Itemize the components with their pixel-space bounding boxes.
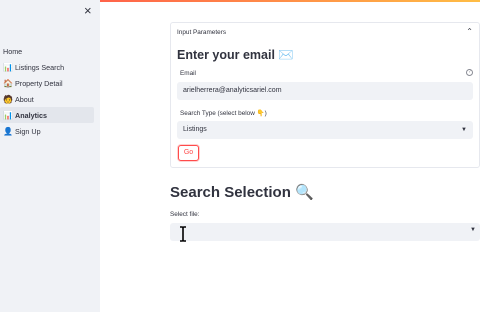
- search-type-value: Listings: [183, 126, 207, 133]
- expander-header[interactable]: Input Parameters: [177, 29, 226, 36]
- file-select[interactable]: ▼: [170, 223, 480, 241]
- search-type-label: Search Type (select below 👇): [180, 110, 267, 117]
- sidebar-item-sign-up[interactable]: 👤 Sign Up: [0, 123, 94, 139]
- sidebar-item-label: Analytics: [15, 110, 47, 120]
- help-icon[interactable]: ?: [466, 69, 473, 76]
- sidebar-item-label: Sign Up: [15, 126, 41, 136]
- bar-chart-icon: 📊: [3, 62, 13, 72]
- main-content: Input Parameters ⌃ Enter your email ✉️ E…: [100, 0, 480, 312]
- chevron-up-icon[interactable]: ⌃: [466, 27, 473, 36]
- select-file-label: Select file:: [170, 211, 200, 218]
- house-person-icon: 🏠: [3, 78, 13, 88]
- sidebar-item-label: Listings Search: [15, 62, 65, 72]
- sidebar-item-analytics[interactable]: 📊 Analytics: [0, 107, 94, 123]
- go-button[interactable]: Go: [178, 145, 199, 161]
- sidebar-item-home[interactable]: Home: [0, 43, 94, 59]
- email-label: Email: [180, 70, 196, 77]
- person-icon: 🧑: [3, 94, 13, 104]
- text-cursor-icon: [180, 226, 186, 242]
- sidebar-item-property-detail[interactable]: 🏠 Property Detail: [0, 75, 94, 91]
- sidebar-item-about[interactable]: 🧑 About: [0, 91, 94, 107]
- search-selection-heading: Search Selection 🔍: [170, 184, 314, 201]
- caret-down-icon: ▼: [461, 127, 467, 133]
- input-parameters-expander: Input Parameters ⌃ Enter your email ✉️ E…: [170, 22, 480, 168]
- sidebar-item-label: About: [15, 94, 34, 104]
- search-type-select[interactable]: Listings ▼: [177, 121, 473, 139]
- sidebar-nav: Home 📊 Listings Search 🏠 Property Detail…: [0, 43, 100, 139]
- email-field[interactable]: arielherrera@analyticsariel.com: [177, 82, 473, 100]
- email-heading: Enter your email ✉️: [177, 48, 294, 62]
- sidebar: × Home 📊 Listings Search 🏠 Property Deta…: [0, 0, 100, 312]
- close-icon[interactable]: ×: [84, 4, 92, 18]
- sidebar-item-label: Home: [3, 46, 23, 56]
- caret-down-icon: ▼: [470, 227, 476, 233]
- sign-up-icon: 👤: [3, 126, 13, 136]
- sidebar-item-label: Property Detail: [15, 78, 63, 88]
- bar-chart-icon: 📊: [3, 110, 13, 120]
- sidebar-item-listings-search[interactable]: 📊 Listings Search: [0, 59, 94, 75]
